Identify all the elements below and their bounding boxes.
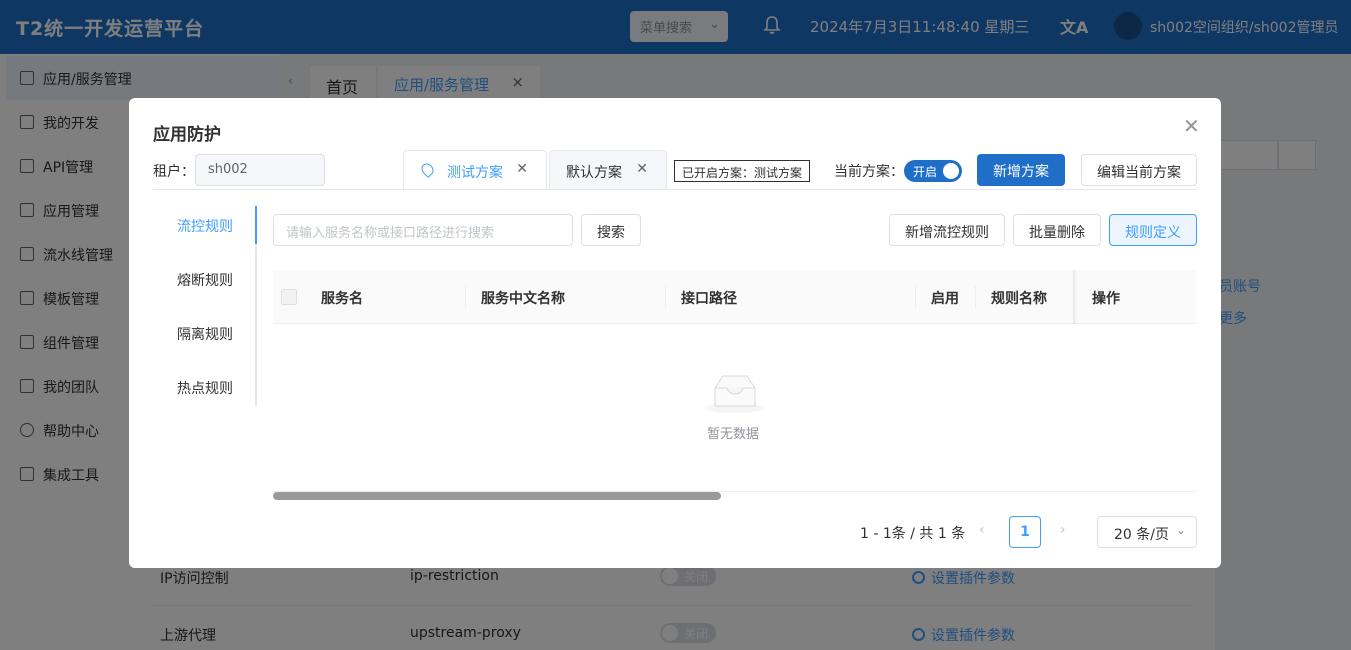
batch-delete-button[interactable]: 批量删除 bbox=[1013, 214, 1101, 246]
plan-tab-label: 默认方案 bbox=[566, 165, 622, 181]
th-rule-name: 规则名称 bbox=[991, 291, 1047, 307]
toggle-text: 开启 bbox=[913, 165, 938, 179]
tenant-input[interactable]: sh002 bbox=[195, 154, 325, 186]
page-size-select[interactable]: 20 条/页 ⌄ bbox=[1097, 516, 1197, 548]
column-divider bbox=[975, 286, 976, 308]
th-api-path: 接口路径 bbox=[681, 291, 737, 307]
horizontal-scrollbar[interactable] bbox=[273, 492, 721, 500]
dialog-title: 应用防护 bbox=[153, 125, 221, 145]
th-enabled: 启用 bbox=[931, 291, 959, 307]
page-size-value: 20 条/页 bbox=[1114, 527, 1169, 543]
chevron-left-icon[interactable]: ‹ bbox=[979, 522, 985, 538]
th-service-name: 服务名 bbox=[321, 291, 363, 307]
rule-tab-isolation[interactable]: 隔离规则 bbox=[177, 324, 233, 344]
enabled-plan-badge: 已开启方案：测试方案 bbox=[674, 160, 810, 182]
column-divider bbox=[665, 286, 666, 308]
chevron-right-icon[interactable]: › bbox=[1060, 522, 1066, 538]
divider bbox=[153, 189, 1197, 190]
edit-plan-button[interactable]: 编辑当前方案 bbox=[1081, 154, 1197, 186]
add-flow-rule-button[interactable]: 新增流控规则 bbox=[889, 214, 1005, 246]
rule-tabs: 流控规则 熔断规则 隔离规则 热点规则 bbox=[153, 206, 257, 406]
fixed-column-shadow bbox=[1073, 270, 1077, 324]
droplet-icon bbox=[419, 161, 436, 178]
empty-inbox-icon bbox=[705, 375, 765, 413]
current-plan-toggle[interactable]: 开启 bbox=[904, 160, 962, 182]
empty-text: 暂无数据 bbox=[707, 427, 760, 442]
select-all-checkbox[interactable] bbox=[281, 289, 297, 305]
chevron-down-icon: ⌄ bbox=[1175, 523, 1186, 537]
app-protection-dialog: 应用防护 ✕ 租户： sh002 测试方案 ✕ 默认方案 ✕ 已开启方案：测试方… bbox=[129, 98, 1221, 568]
rule-tab-hotspot[interactable]: 热点规则 bbox=[177, 378, 233, 398]
plan-tab-label: 测试方案 bbox=[447, 165, 503, 181]
toggle-knob bbox=[943, 163, 959, 179]
close-icon[interactable]: ✕ bbox=[636, 161, 648, 177]
search-input[interactable]: 请输入服务名称或接口路径进行搜索 bbox=[273, 214, 573, 246]
rule-tab-circuit[interactable]: 熔断规则 bbox=[177, 270, 233, 290]
th-service-cn-name: 服务中文名称 bbox=[481, 291, 565, 307]
add-plan-button[interactable]: 新增方案 bbox=[977, 154, 1065, 186]
column-divider bbox=[465, 286, 466, 308]
plan-tab-test[interactable]: 测试方案 ✕ bbox=[403, 150, 547, 190]
rule-definition-button[interactable]: 规则定义 bbox=[1109, 214, 1197, 246]
column-divider bbox=[915, 286, 916, 308]
table-header: 服务名 服务中文名称 接口路径 启用 规则名称 操作 bbox=[273, 270, 1197, 324]
rule-tab-flow[interactable]: 流控规则 bbox=[177, 216, 233, 236]
plan-tab-default[interactable]: 默认方案 ✕ bbox=[549, 150, 667, 190]
page-number-button[interactable]: 1 bbox=[1009, 516, 1041, 548]
search-button[interactable]: 搜索 bbox=[581, 214, 641, 246]
current-plan-label: 当前方案： bbox=[834, 164, 904, 180]
active-tab-indicator bbox=[255, 206, 257, 244]
tenant-label: 租户： bbox=[153, 164, 195, 180]
th-actions: 操作 bbox=[1092, 291, 1120, 307]
pagination-total: 1 - 1条 / 共 1 条 bbox=[860, 526, 966, 542]
close-icon[interactable]: ✕ bbox=[516, 161, 528, 177]
close-icon[interactable]: ✕ bbox=[1183, 114, 1200, 138]
